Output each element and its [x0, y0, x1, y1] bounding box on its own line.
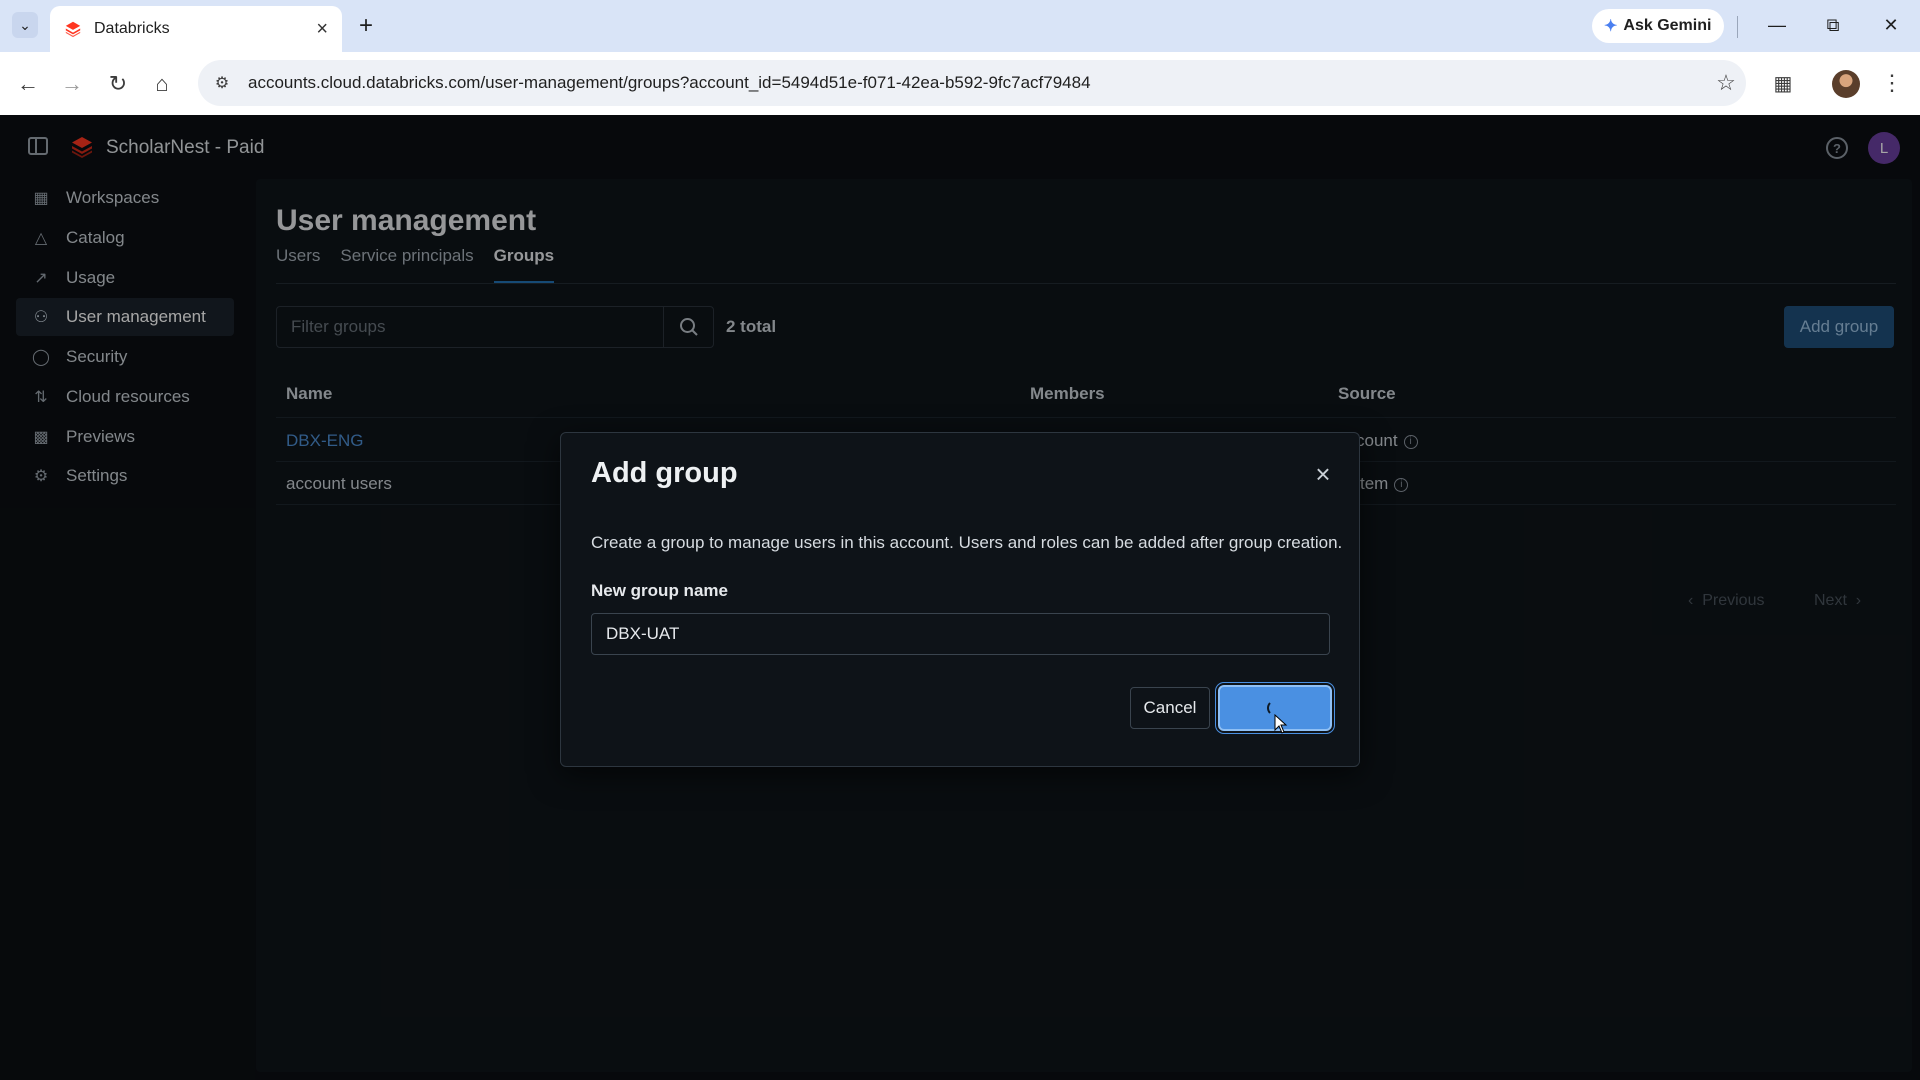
browser-profile-avatar[interactable]	[1832, 70, 1860, 98]
forward-arrow-icon[interactable]: →	[56, 68, 88, 100]
ask-gemini-label: Ask Gemini	[1623, 17, 1712, 34]
home-icon[interactable]: ⌂	[146, 68, 178, 100]
close-icon[interactable]: ×	[1311, 461, 1335, 487]
browser-tab-strip: ⌄ Databricks × + ✦ Ask Gemini — ⧉ ✕	[0, 0, 1920, 52]
browser-toolbar: ← → ↻ ⌂ ⚙ accounts.cloud.databricks.com/…	[0, 52, 1920, 115]
ask-gemini-button[interactable]: ✦ Ask Gemini	[1592, 9, 1724, 43]
address-bar[interactable]: ⚙ accounts.cloud.databricks.com/user-man…	[198, 60, 1746, 106]
group-name-label: New group name	[591, 581, 728, 600]
gemini-sparkle-icon: ✦	[1604, 18, 1618, 35]
restore-window-icon[interactable]: ⧉	[1818, 10, 1848, 40]
browser-tab-title: Databricks	[94, 20, 170, 37]
browser-menu-kebab-icon[interactable]: ⋮	[1880, 68, 1904, 98]
extensions-puzzle-icon[interactable]: ▦	[1768, 68, 1798, 98]
tab-search-chevron-icon[interactable]: ⌄	[12, 12, 38, 38]
site-info-icon[interactable]: ⚙	[202, 73, 242, 93]
mouse-pointer-icon	[1274, 714, 1288, 734]
browser-tab[interactable]: Databricks ×	[50, 6, 342, 52]
close-window-icon[interactable]: ✕	[1876, 10, 1906, 40]
bookmark-star-icon[interactable]: ☆	[1706, 70, 1746, 96]
back-arrow-icon[interactable]: ←	[12, 68, 44, 100]
tabstrip-divider	[1737, 16, 1738, 38]
add-group-dialog: Add group × Create a group to manage use…	[560, 432, 1360, 767]
url-text[interactable]: accounts.cloud.databricks.com/user-manag…	[242, 73, 1706, 93]
new-tab-plus-icon[interactable]: +	[352, 12, 380, 40]
minimize-window-icon[interactable]: —	[1762, 10, 1792, 40]
databricks-favicon-icon	[65, 21, 81, 38]
group-name-input[interactable]	[591, 613, 1330, 655]
dialog-description: Create a group to manage users in this a…	[591, 533, 1343, 552]
cancel-button[interactable]: Cancel	[1130, 687, 1210, 729]
reload-icon[interactable]: ↻	[102, 68, 134, 100]
dialog-title: Add group	[591, 457, 738, 489]
tab-close-icon[interactable]: ×	[316, 19, 328, 39]
